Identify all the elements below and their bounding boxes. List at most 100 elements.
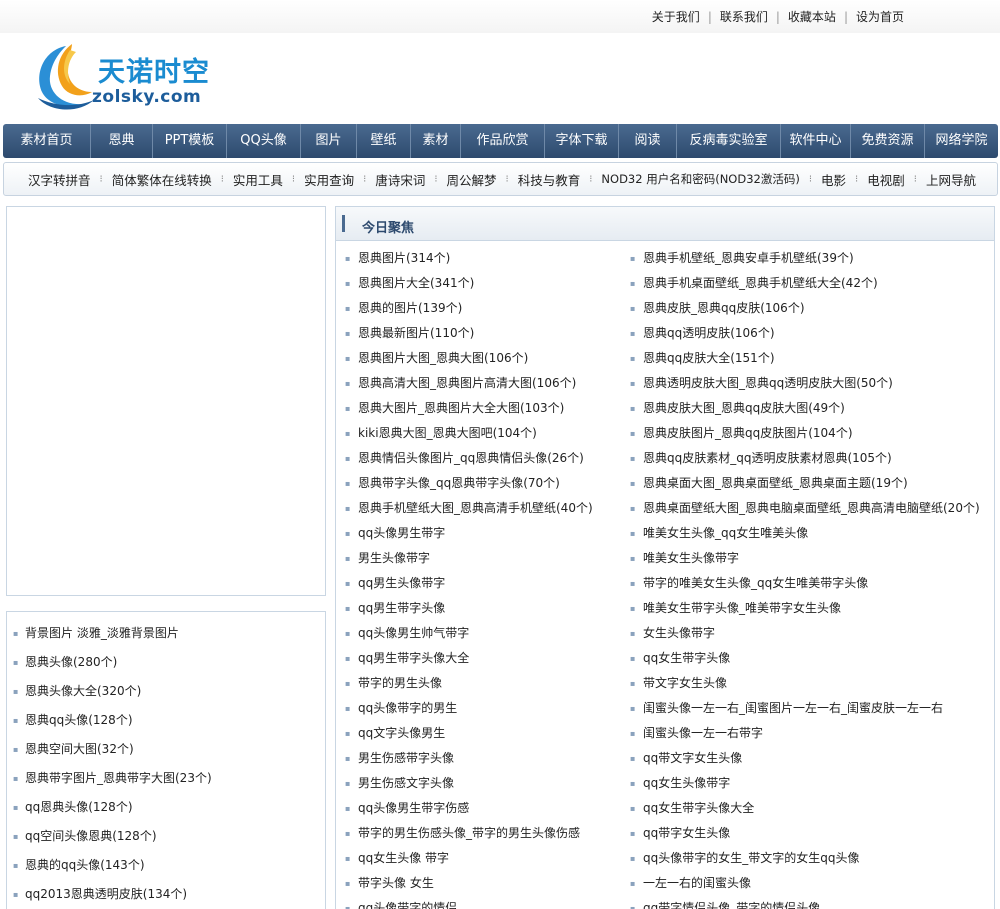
list-item[interactable]: qq带字女生头像 [627, 826, 912, 851]
list-item[interactable]: 女生头像带字 [627, 626, 912, 651]
list-item[interactable]: qq头像带字的男生 [342, 701, 627, 726]
nav-item-qq-avatar[interactable]: QQ头像 [227, 124, 301, 158]
list-item[interactable]: 闺蜜头像一左一右带字 [627, 726, 912, 751]
list-item[interactable]: 恩典手机壁纸_恩典安卓手机壁纸(39个) [627, 251, 912, 276]
list-item[interactable]: qq头像带字的女生_带文字的女生qq头像 [627, 851, 912, 876]
list-item[interactable]: 恩典图片(314个) [342, 251, 627, 276]
list-item[interactable]: 恩典皮肤大图_恩典qq皮肤大图(49个) [627, 401, 912, 426]
list-item[interactable]: 恩典皮肤图片_恩典qq皮肤图片(104个) [627, 426, 912, 451]
list-item[interactable]: 恩典带字头像_qq恩典带字头像(70个) [342, 476, 627, 501]
left-ad-panel [6, 206, 326, 596]
set-homepage-link[interactable]: 设为首页 [856, 8, 904, 25]
list-item[interactable]: 恩典空间大图(32个) [7, 742, 325, 771]
list-item[interactable]: qq空间头像恩典(128个) [7, 829, 325, 858]
list-item[interactable]: 恩典情侣头像图片_qq恩典情侣头像(26个) [342, 451, 627, 476]
nav-item-software[interactable]: 软件中心 [781, 124, 851, 158]
list-item[interactable]: 带文字女生头像 [627, 676, 912, 701]
sub-nav-science[interactable]: 科技与教育 [518, 170, 581, 189]
separator: | [707, 9, 712, 24]
list-item[interactable]: 男生头像带字 [342, 551, 627, 576]
nav-item-free-resources[interactable]: 免费资源 [851, 124, 925, 158]
list-item[interactable]: qq文字头像男生 [342, 726, 627, 751]
sub-nav-poems[interactable]: 唐诗宋词 [375, 170, 425, 189]
list-item[interactable]: qq女生带字头像大全 [627, 801, 912, 826]
list-item[interactable]: qq头像带字的情侣 [342, 901, 627, 909]
list-item[interactable]: 一左一右的闺蜜头像 [627, 876, 912, 901]
list-item[interactable]: 带字的唯美女生头像_qq女生唯美带字头像 [627, 576, 912, 601]
list-item[interactable]: 带字的男生伤感头像_带字的男生头像伤感 [342, 826, 627, 851]
list-item[interactable]: 恩典的qq头像(143个) [7, 858, 325, 887]
nav-item-endian[interactable]: 恩典 [91, 124, 153, 158]
list-item[interactable]: 恩典最新图片(110个) [342, 326, 627, 351]
list-item[interactable]: 恩典手机桌面壁纸_恩典手机壁纸大全(42个) [627, 276, 912, 301]
site-logo[interactable]: 天诺时空 zolsky.com [32, 40, 232, 112]
nav-item-antivirus-lab[interactable]: 反病毒实验室 [677, 124, 781, 158]
sub-nav-dreams[interactable]: 周公解梦 [447, 170, 497, 189]
list-item[interactable]: qq头像男生带字伤感 [342, 801, 627, 826]
list-item[interactable]: 男生伤感带字头像 [342, 751, 627, 776]
focus-list-right: 恩典手机壁纸_恩典安卓手机壁纸(39个)恩典手机桌面壁纸_恩典手机壁纸大全(42… [627, 251, 980, 909]
focus-list-left: 恩典图片(314个)恩典图片大全(341个)恩典的图片(139个)恩典最新图片(… [342, 251, 627, 909]
list-item[interactable]: 恩典图片大全(341个) [342, 276, 627, 301]
list-item[interactable]: qq女生头像 带字 [342, 851, 627, 876]
list-item[interactable]: qq男生头像带字 [342, 576, 627, 601]
bookmark-site-link[interactable]: 收藏本站 [788, 8, 836, 25]
sub-nav-nod32[interactable]: NOD32 用户名和密码(NOD32激活码) [601, 171, 799, 187]
list-item[interactable]: 恩典桌面大图_恩典桌面壁纸_恩典桌面主题(19个) [627, 476, 912, 501]
sub-nav-tv[interactable]: 电视剧 [867, 170, 905, 189]
nav-item-works[interactable]: 作品欣赏 [461, 124, 545, 158]
list-item[interactable]: 恩典qq透明皮肤(106个) [627, 326, 912, 351]
list-item[interactable]: 恩典带字图片_恩典带字大图(23个) [7, 771, 325, 800]
sub-nav-pinyin[interactable]: 汉字转拼音 [28, 170, 91, 189]
list-item[interactable]: qq2013恩典透明皮肤(134个) [7, 887, 325, 909]
about-us-link[interactable]: 关于我们 [652, 8, 700, 25]
nav-item-fonts[interactable]: 字体下载 [545, 124, 619, 158]
list-item[interactable]: 恩典头像(280个) [7, 655, 325, 684]
list-item[interactable]: 带字的男生头像 [342, 676, 627, 701]
list-item[interactable]: 恩典的图片(139个) [342, 301, 627, 326]
separator: | [775, 9, 780, 24]
list-item[interactable]: 背景图片 淡雅_淡雅背景图片 [7, 626, 325, 655]
list-item[interactable]: qq头像男生带字 [342, 526, 627, 551]
list-item[interactable]: 恩典图片大图_恩典大图(106个) [342, 351, 627, 376]
list-item[interactable]: 恩典qq皮肤素材_qq透明皮肤素材恩典(105个) [627, 451, 912, 476]
nav-item-ppt[interactable]: PPT模板 [153, 124, 227, 158]
nav-item-academy[interactable]: 网络学院 [925, 124, 998, 158]
contact-us-link[interactable]: 联系我们 [720, 8, 768, 25]
list-item[interactable]: qq恩典头像(128个) [7, 800, 325, 829]
nav-item-home[interactable]: 素材首页 [3, 124, 91, 158]
list-item[interactable]: qq男生带字头像大全 [342, 651, 627, 676]
list-item[interactable]: 恩典qq头像(128个) [7, 713, 325, 742]
sub-nav-tools[interactable]: 实用工具 [233, 170, 283, 189]
list-item[interactable]: qq女生带字头像 [627, 651, 912, 676]
list-item[interactable]: 恩典qq皮肤大全(151个) [627, 351, 912, 376]
sub-nav-convert[interactable]: 简体繁体在线转换 [112, 170, 212, 189]
nav-item-materials[interactable]: 素材 [411, 124, 461, 158]
sub-nav-query[interactable]: 实用查询 [304, 170, 354, 189]
sub-nav-movies[interactable]: 电影 [821, 170, 846, 189]
list-item[interactable]: 唯美女生头像带字 [627, 551, 912, 576]
list-item[interactable]: qq头像男生帅气带字 [342, 626, 627, 651]
list-item[interactable]: qq带文字女生头像 [627, 751, 912, 776]
list-item[interactable]: qq男生带字头像 [342, 601, 627, 626]
list-item[interactable]: qq女生头像带字 [627, 776, 912, 801]
list-item[interactable]: 带字头像 女生 [342, 876, 627, 901]
list-item[interactable]: 恩典手机壁纸大图_恩典高清手机壁纸(40个) [342, 501, 627, 526]
list-item[interactable]: 闺蜜头像一左一右_闺蜜图片一左一右_闺蜜皮肤一左一右 [627, 701, 943, 726]
list-item[interactable]: 恩典桌面壁纸大图_恩典电脑桌面壁纸_恩典高清电脑壁纸(20个) [627, 501, 980, 526]
list-item[interactable]: kiki恩典大图_恩典大图吧(104个) [342, 426, 627, 451]
list-item[interactable]: 唯美女生带字头像_唯美带字女生头像 [627, 601, 912, 626]
list-item[interactable]: 恩典高清大图_恩典图片高清大图(106个) [342, 376, 627, 401]
focus-panel-header: 今日聚焦 [336, 207, 994, 241]
list-item[interactable]: 恩典皮肤_恩典qq皮肤(106个) [627, 301, 912, 326]
list-item[interactable]: 男生伤感文字头像 [342, 776, 627, 801]
list-item[interactable]: 唯美女生头像_qq女生唯美头像 [627, 526, 912, 551]
list-item[interactable]: qq带字情侣头像_带字的情侣头像 [627, 901, 912, 909]
nav-item-reading[interactable]: 阅读 [619, 124, 677, 158]
nav-item-pictures[interactable]: 图片 [301, 124, 357, 158]
sub-nav-web-nav[interactable]: 上网导航 [926, 170, 976, 189]
nav-item-wallpaper[interactable]: 壁纸 [357, 124, 411, 158]
list-item[interactable]: 恩典大图片_恩典图片大全大图(103个) [342, 401, 627, 426]
list-item[interactable]: 恩典透明皮肤大图_恩典qq透明皮肤大图(50个) [627, 376, 912, 401]
list-item[interactable]: 恩典头像大全(320个) [7, 684, 325, 713]
